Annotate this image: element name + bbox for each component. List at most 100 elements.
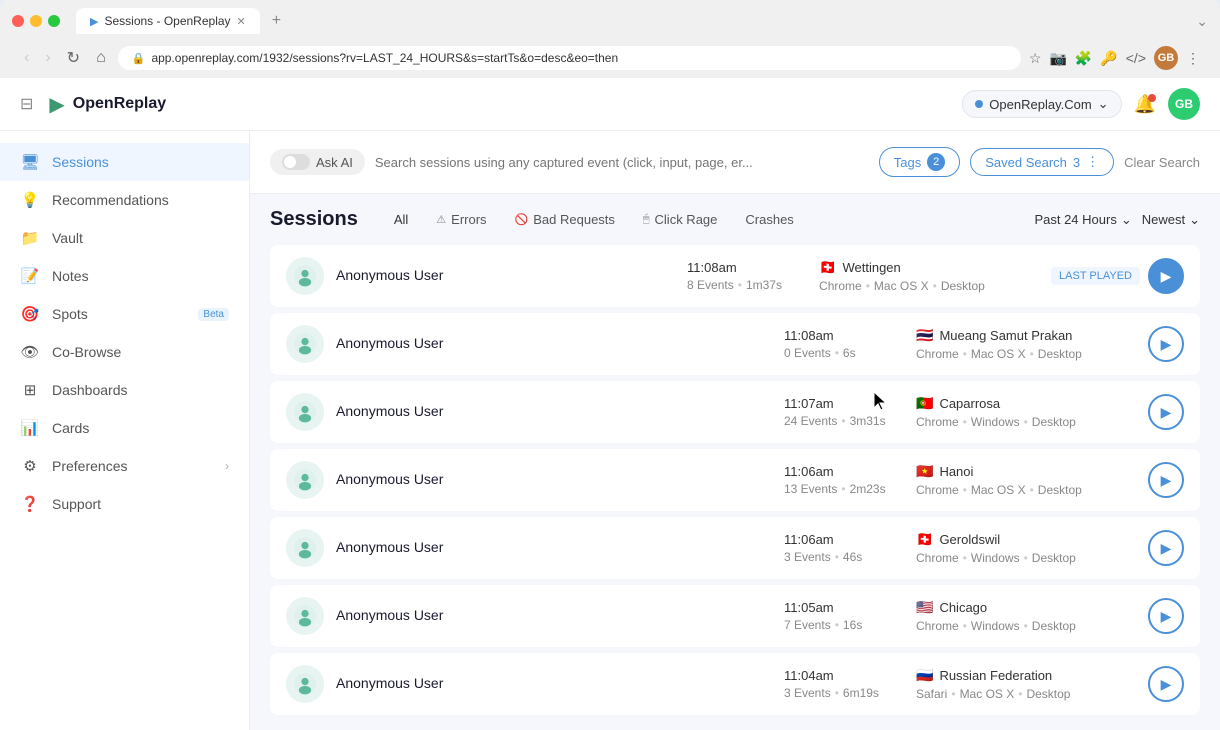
tags-button[interactable]: Tags 2 [879, 147, 960, 177]
sidebar-item-cards[interactable]: 📊 Cards [0, 409, 249, 447]
device-type: Desktop [1038, 483, 1082, 497]
last-played-badge: LAST PLAYED [1051, 267, 1140, 285]
bad-requests-icon: 🚫 [515, 213, 529, 226]
sidebar-item-cobrowse[interactable]: 👁 Co-Browse [0, 333, 249, 371]
cards-icon: 📊 [20, 419, 40, 437]
events-separator: • [841, 482, 845, 496]
session-username: Anonymous User [336, 675, 772, 691]
play-button[interactable]: ▶ [1148, 258, 1184, 294]
play-button[interactable]: ▶ [1148, 598, 1184, 634]
sidebar-item-preferences[interactable]: ⚙ Preferences › [0, 447, 249, 485]
sidebar-item-recommendations[interactable]: 💡 Recommendations [0, 181, 249, 219]
close-traffic-light[interactable] [12, 15, 24, 27]
events-separator: • [835, 618, 839, 632]
filter-tab-all-label: All [394, 212, 408, 227]
new-tab-button[interactable]: + [264, 8, 289, 34]
minimize-traffic-light[interactable] [30, 15, 42, 27]
sidebar-toggle-button[interactable]: ⊟ [20, 94, 33, 114]
event-count: 3 Events [784, 686, 831, 700]
bookmark-icon[interactable]: ☆ [1029, 50, 1042, 67]
browser-more-button[interactable]: ⌄ [1196, 13, 1208, 30]
play-button[interactable]: ▶ [1148, 530, 1184, 566]
search-input[interactable] [375, 155, 869, 170]
refresh-button[interactable]: ↻ [63, 46, 84, 70]
session-user-info: Anonymous User [336, 335, 772, 353]
session-time-block: 11:05am 7 Events • 16s [784, 600, 904, 632]
org-selector[interactable]: OpenReplay.Com ⌄ [962, 90, 1121, 118]
devtools-icon[interactable]: </> [1126, 50, 1146, 66]
filter-tab-all[interactable]: All [382, 208, 420, 231]
session-events: 3 Events • 46s [784, 550, 904, 564]
password-icon[interactable]: 🔑 [1100, 50, 1117, 67]
sidebar-label-cobrowse: Co-Browse [52, 344, 229, 360]
saved-search-menu-icon: ⋮ [1086, 154, 1099, 170]
session-row[interactable]: Anonymous User 11:06am 13 Events • 2m23s… [270, 449, 1200, 511]
session-row[interactable]: Anonymous User 11:07am 24 Events • 3m31s… [270, 381, 1200, 443]
sidebar-item-spots[interactable]: 🎯 Spots Beta [0, 295, 249, 333]
session-avatar [286, 325, 324, 363]
url-text: app.openreplay.com/1932/sessions?rv=LAST… [151, 51, 1006, 65]
session-row[interactable]: Anonymous User 11:08am 8 Events • 1m37s … [270, 245, 1200, 307]
device-type: Desktop [1038, 347, 1082, 361]
tab-close-button[interactable]: ✕ [237, 15, 246, 28]
play-button[interactable]: ▶ [1148, 326, 1184, 362]
browser-name: Chrome [819, 279, 862, 293]
home-button[interactable]: ⌂ [92, 47, 110, 69]
session-row[interactable]: Anonymous User 11:04am 3 Events • 6m19s … [270, 653, 1200, 715]
tech-separator-2: • [1024, 415, 1028, 429]
notification-button[interactable]: 🔔 [1134, 94, 1156, 115]
sidebar-label-vault: Vault [52, 230, 229, 246]
os-name: Mac OS X [960, 687, 1015, 701]
time-range-selector[interactable]: Past 24 Hours ⌄ [1034, 212, 1131, 228]
traffic-lights [12, 15, 60, 27]
session-row[interactable]: Anonymous User 11:05am 7 Events • 16s 🇺🇸… [270, 585, 1200, 647]
screenshot-icon[interactable]: 📷 [1049, 50, 1066, 67]
sidebar-item-vault[interactable]: 📁 Vault [0, 219, 249, 257]
sidebar-item-support[interactable]: ❓ Support [0, 485, 249, 523]
fullscreen-traffic-light[interactable] [48, 15, 60, 27]
org-name: OpenReplay.Com [989, 97, 1091, 112]
org-dot [975, 100, 983, 108]
play-button[interactable]: ▶ [1148, 462, 1184, 498]
browser-user-avatar[interactable]: GB [1154, 46, 1178, 70]
filter-tab-errors[interactable]: ⚠ Errors [424, 208, 498, 231]
play-button[interactable]: ▶ [1148, 666, 1184, 702]
filter-tab-bad-requests[interactable]: 🚫 Bad Requests [503, 208, 627, 231]
logo-text: OpenReplay [73, 95, 166, 113]
session-row[interactable]: Anonymous User 11:08am 0 Events • 6s 🇹🇭 … [270, 313, 1200, 375]
forward-button[interactable]: › [41, 47, 54, 69]
active-tab[interactable]: ▶ Sessions - OpenReplay ✕ [76, 8, 260, 34]
country-flag-icon: 🇨🇭 [916, 531, 933, 548]
os-name: Windows [971, 619, 1020, 633]
saved-search-button[interactable]: Saved Search 3 ⋮ [970, 148, 1114, 176]
address-bar[interactable]: 🔒 app.openreplay.com/1932/sessions?rv=LA… [118, 46, 1021, 70]
sort-label: Newest [1142, 212, 1185, 227]
session-username: Anonymous User [336, 403, 772, 419]
extensions-icon[interactable]: 🧩 [1075, 50, 1092, 67]
back-button[interactable]: ‹ [20, 47, 33, 69]
os-name: Mac OS X [971, 483, 1026, 497]
clear-search-button[interactable]: Clear Search [1124, 155, 1200, 170]
tech-separator-1: • [866, 279, 870, 293]
sidebar-item-dashboards[interactable]: ⊞ Dashboards [0, 371, 249, 409]
session-avatar [286, 461, 324, 499]
session-time-block: 11:04am 3 Events • 6m19s [784, 668, 904, 700]
play-button[interactable]: ▶ [1148, 394, 1184, 430]
filter-tab-crashes[interactable]: Crashes [733, 208, 805, 231]
event-count: 7 Events [784, 618, 831, 632]
sort-selector[interactable]: Newest ⌄ [1142, 212, 1200, 228]
city-name: Wettingen [842, 260, 900, 275]
device-type: Desktop [1032, 619, 1076, 633]
ask-ai-toggle[interactable]: Ask AI [270, 149, 365, 175]
browser-name: Chrome [916, 415, 959, 429]
recommendations-icon: 💡 [20, 191, 40, 209]
sidebar-item-notes[interactable]: 📝 Notes [0, 257, 249, 295]
session-avatar [286, 393, 324, 431]
sidebar-item-sessions[interactable]: 🖥 Sessions [0, 143, 249, 181]
browser-menu-icon[interactable]: ⋮ [1186, 50, 1200, 67]
user-avatar[interactable]: GB [1168, 88, 1200, 120]
session-user-info: Anonymous User [336, 471, 772, 489]
filter-tab-click-rage[interactable]: 🖱 Click Rage [631, 208, 729, 231]
session-row[interactable]: Anonymous User 11:06am 3 Events • 46s 🇨🇭… [270, 517, 1200, 579]
event-count: 24 Events [784, 414, 837, 428]
